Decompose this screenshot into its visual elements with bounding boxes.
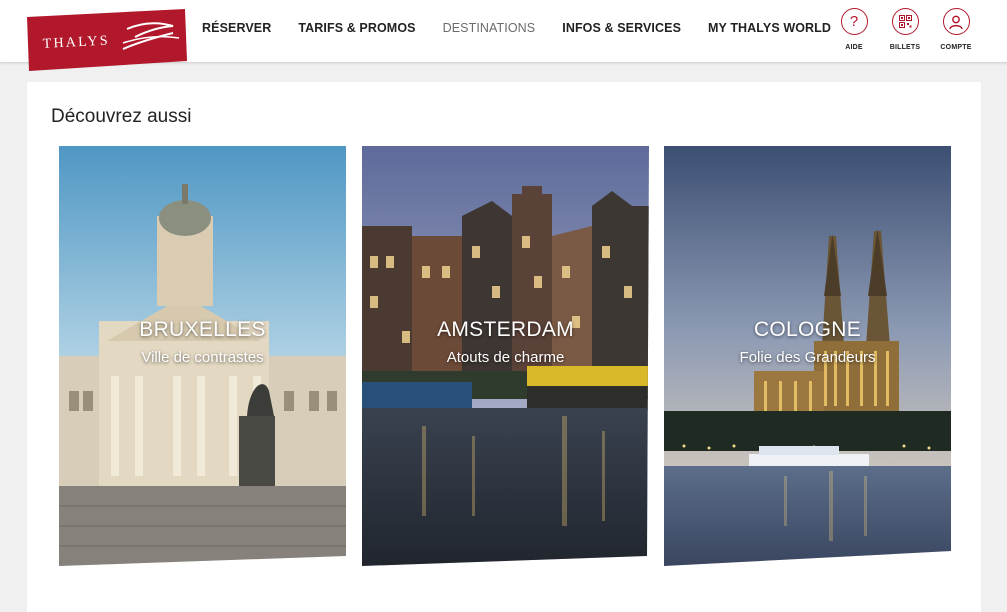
help-label: AIDE	[845, 44, 863, 51]
nav-tarifs-promos[interactable]: TARIFS & PROMOS	[298, 21, 415, 35]
thalys-logo[interactable]: THALYS	[27, 9, 187, 71]
qr-code-icon	[891, 8, 919, 35]
tickets-label: BILLETS	[889, 44, 921, 51]
destination-card-amsterdam[interactable]: AMSTERDAM Atouts de charme	[362, 146, 649, 566]
nav-destinations[interactable]: DESTINATIONS	[443, 21, 536, 35]
account-button[interactable]: COMPTE	[931, 8, 981, 51]
user-icon	[942, 8, 970, 35]
help-button[interactable]: ? AIDE	[829, 8, 879, 51]
section-title: Découvrez aussi	[51, 106, 192, 127]
discover-panel: Découvrez aussi BRUXELLES Ville de contr…	[27, 82, 981, 612]
destination-card-cologne[interactable]: COLOGNE Folie des Grandeurs	[664, 146, 951, 566]
nav-reserver[interactable]: RÉSERVER	[202, 21, 271, 35]
tickets-button[interactable]: BILLETS	[880, 8, 930, 51]
destination-tagline: Atouts de charme	[446, 349, 565, 366]
destination-card-bruxelles[interactable]: BRUXELLES Ville de contrastes	[59, 146, 346, 566]
site-header: THALYS RÉSERVER TARIFS & PROMOS DESTINAT…	[0, 0, 1007, 71]
destination-city: AMSTERDAM	[437, 318, 574, 341]
main-nav: RÉSERVER TARIFS & PROMOS DESTINATIONS IN…	[202, 0, 858, 56]
question-icon: ?	[840, 8, 868, 35]
destination-city: COLOGNE	[753, 318, 862, 341]
destination-tagline: Folie des Grandeurs	[739, 349, 876, 366]
nav-infos-services[interactable]: INFOS & SERVICES	[562, 21, 681, 35]
destination-tagline: Ville de contrastes	[141, 349, 264, 366]
nav-my-thalys-world[interactable]: MY THALYS WORLD	[708, 21, 831, 35]
account-label: COMPTE	[940, 44, 972, 51]
destination-city: BRUXELLES	[139, 318, 266, 341]
